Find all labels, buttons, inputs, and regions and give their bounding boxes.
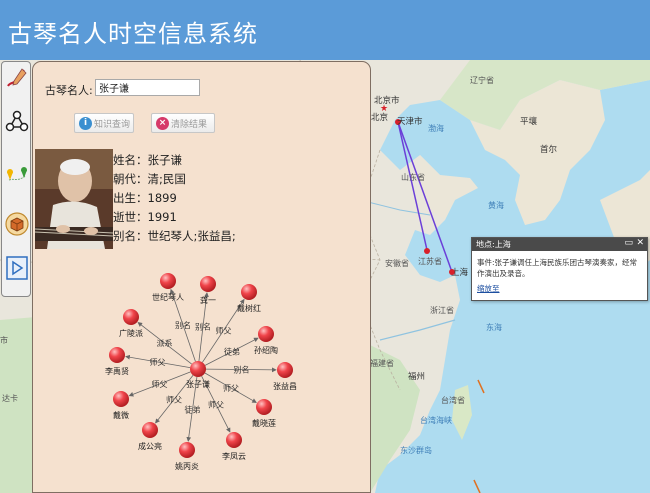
graph-node-label: 戴晓莲 <box>252 418 276 428</box>
play-tool-icon <box>6 256 28 280</box>
graph-node-label: 张益昌 <box>273 381 297 391</box>
location-popup: 地点:上海 ▭ ✕ 事件:张子谦调任上海民族乐团古琴演奏家，经常作演出及录音。 … <box>471 237 648 301</box>
graph-edge-label: 师父 <box>208 400 224 410</box>
graph-edge-label: 师父 <box>216 326 232 336</box>
graph-node[interactable] <box>226 432 242 448</box>
map-label-fujian: 福建省 <box>370 359 394 368</box>
map-label-jiangsu: 江苏省 <box>418 257 442 266</box>
query-button[interactable]: i 知识查询 <box>74 113 134 133</box>
graph-node-label: 广陵派 <box>119 328 143 338</box>
map-label-shanghai: 上海 <box>451 268 469 278</box>
map-label-taiwan-strait: 台湾海峡 <box>420 416 452 425</box>
graph-node-label: 世纪琴人 <box>152 292 184 302</box>
graph-node[interactable] <box>123 309 139 325</box>
graph-node-label: 戴树红 <box>237 303 261 313</box>
map-label-partial-left-2: 达卡 <box>2 394 18 403</box>
path-tool-icon <box>7 167 27 181</box>
map-label-partial-left: 市 <box>0 336 8 345</box>
graph-node-label: 李凤云 <box>222 451 246 461</box>
person-photo <box>35 149 113 249</box>
graph-node[interactable] <box>113 391 129 407</box>
map-label-anhui: 安徽省 <box>385 259 409 268</box>
zoom-to-link[interactable]: 缩放至 <box>472 279 647 294</box>
map-label-shandong: 山东省 <box>401 173 425 182</box>
graph-node-label: 龚一 <box>200 295 216 305</box>
popup-header: 地点:上海 ▭ ✕ <box>472 238 647 251</box>
popup-event: 事件:张子谦调任上海民族乐团古琴演奏家，经常作演出及录音。 <box>477 258 638 278</box>
info-alias: 别名：世纪琴人;张益昌; <box>113 229 236 243</box>
map-label-fuzhou: 福州 <box>408 372 426 382</box>
info-name: 姓名：张子谦 <box>113 153 182 167</box>
network-tool-button[interactable] <box>4 106 30 138</box>
graph-edge-label: 徒弟 <box>185 405 201 415</box>
query-button-label: 知识查询 <box>94 119 131 130</box>
relation-graph[interactable]: 别名 别名 师父派系徒弟师父别名师父 师父师父师父徒弟 世纪琴人 龚一戴树红广陵派孙绍陶… <box>33 257 372 493</box>
graph-edge-label: 师父 <box>166 395 182 405</box>
person-info-panel: 古琴名人: i 知识查询 × 清除结果 姓名：张子谦 朝代：清;民国 出生：18… <box>32 61 371 493</box>
graph-node[interactable] <box>142 422 158 438</box>
graph-node[interactable] <box>160 273 176 289</box>
network-tool-icon <box>5 110 29 132</box>
graph-edge-label: 师父 <box>152 379 168 389</box>
fault-mark-2 <box>473 479 481 493</box>
fault-mark-1 <box>477 379 485 394</box>
taiwan-island <box>452 385 472 440</box>
graph-edge-label: 别名 <box>195 322 211 332</box>
graph-edge-label: 师父 <box>150 357 166 367</box>
map-label-korea: 首尔 <box>540 145 558 155</box>
map-label-tianjin: 天津市 <box>397 117 423 127</box>
graph-edge-label: 别名 <box>234 365 250 375</box>
map-label-taiwan: 台湾省 <box>441 396 465 405</box>
left-toolbar <box>1 61 31 297</box>
map-label-donghai: 东海 <box>486 323 502 332</box>
map-label-liaoning: 辽宁省 <box>470 76 494 85</box>
map-label-bohai: 渤海 <box>428 124 444 133</box>
clear-button[interactable]: × 清除结果 <box>151 113 215 133</box>
graph-edge-label: 徒弟 <box>224 347 240 357</box>
graph-node-label: 成公亮 <box>138 441 162 451</box>
clear-icon: × <box>156 116 169 130</box>
search-input[interactable] <box>95 79 200 96</box>
info-dynasty: 朝代：清;民国 <box>113 172 186 186</box>
graph-edge-label: 派系 <box>157 338 173 348</box>
graph-node[interactable] <box>277 362 293 378</box>
info-icon: i <box>79 116 92 130</box>
graph-node[interactable] <box>256 399 272 415</box>
graph-node[interactable] <box>241 284 257 300</box>
graph-node-label: 李禹贤 <box>105 366 129 376</box>
info-birth: 出生：1899 <box>113 191 177 205</box>
graph-edge-label: 师父 <box>223 383 239 393</box>
graph-node[interactable] <box>179 442 195 458</box>
close-icon[interactable]: ✕ <box>636 238 644 248</box>
clear-button-label: 清除结果 <box>171 119 208 130</box>
map-label-pingrang: 平壤 <box>520 117 538 127</box>
graph-node[interactable] <box>258 326 274 342</box>
graph-node-label: 姚丙炎 <box>175 461 199 471</box>
graph-node-label: 孙绍陶 <box>254 345 278 355</box>
graph-node[interactable] <box>200 276 216 292</box>
jiangsu-marker[interactable] <box>424 248 430 254</box>
title-bar: 古琴名人时空信息系统 <box>0 0 650 60</box>
draw-tool-icon <box>7 68 27 87</box>
map-label-beijing-cn: 北京市 <box>374 96 400 106</box>
app-title: 古琴名人时空信息系统 <box>8 20 258 48</box>
play-tool-button[interactable] <box>4 252 30 284</box>
popup-title: 地点:上海 <box>476 240 511 249</box>
search-label: 古琴名人: <box>45 84 93 97</box>
map-label-beijing: 北京 <box>371 113 389 123</box>
graph-node[interactable] <box>109 347 125 363</box>
map-label-zhejiang: 浙江省 <box>430 306 454 315</box>
map-label-donghai-islands: 东沙群岛 <box>400 446 432 455</box>
graph-center-label: 张子谦 <box>186 379 210 389</box>
box-tool-icon <box>5 212 29 236</box>
graph-center-node[interactable] <box>190 361 206 377</box>
box-tool-button[interactable] <box>4 208 30 240</box>
graph-edge-label: 别名 <box>175 320 191 330</box>
graph-node-label: 戴微 <box>113 410 129 420</box>
map-label-huanghai: 黄海 <box>488 201 504 210</box>
path-tool-button[interactable] <box>4 158 30 190</box>
draw-tool-button[interactable] <box>4 64 30 96</box>
info-death: 逝世：1991 <box>113 210 177 224</box>
maximize-icon[interactable]: ▭ <box>624 238 633 248</box>
